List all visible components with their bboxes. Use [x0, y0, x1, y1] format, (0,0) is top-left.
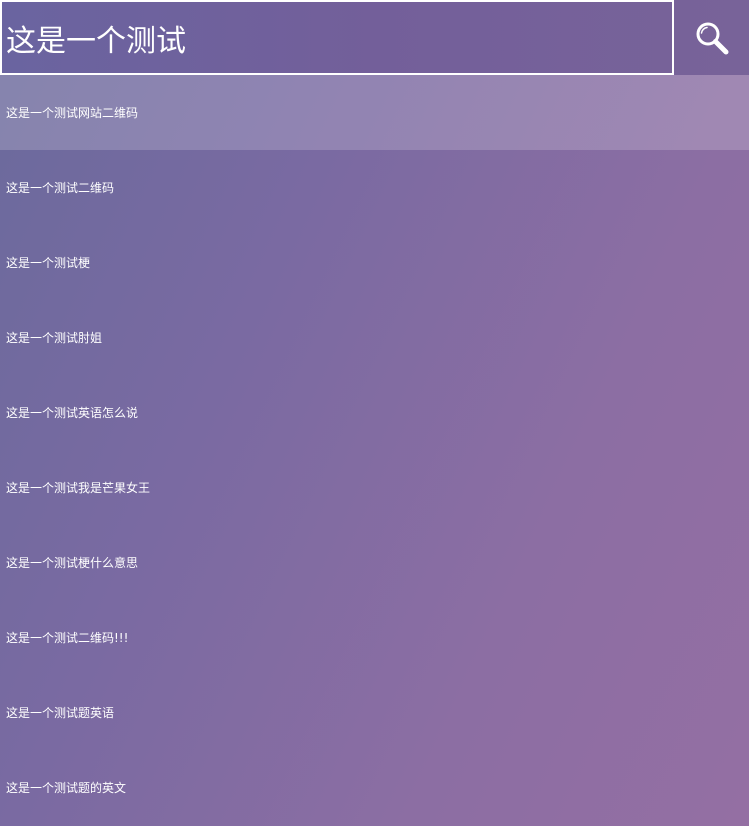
suggestion-item[interactable]: 这是一个测试题的英文 — [0, 750, 749, 825]
suggestion-list: 这是一个测试网站二维码 这是一个测试二维码 这是一个测试梗 这是一个测试肘姐 这… — [0, 75, 749, 825]
suggestion-item[interactable]: 这是一个测试二维码 — [0, 150, 749, 225]
suggestion-item[interactable]: 这是一个测试肘姐 — [0, 300, 749, 375]
suggestion-item[interactable]: 这是一个测试梗什么意思 — [0, 525, 749, 600]
suggestion-item[interactable]: 这是一个测试梗 — [0, 225, 749, 300]
suggestion-item[interactable]: 这是一个测试网站二维码 — [0, 75, 749, 150]
suggestion-item[interactable]: 这是一个测试二维码!!! — [0, 600, 749, 675]
search-icon — [696, 22, 728, 54]
suggestion-item[interactable]: 这是一个测试题英语 — [0, 675, 749, 750]
suggestion-item[interactable]: 这是一个测试我是芒果女王 — [0, 450, 749, 525]
search-bar — [0, 0, 749, 75]
search-input[interactable] — [0, 0, 674, 75]
search-button[interactable] — [674, 0, 749, 75]
suggestion-item[interactable]: 这是一个测试英语怎么说 — [0, 375, 749, 450]
